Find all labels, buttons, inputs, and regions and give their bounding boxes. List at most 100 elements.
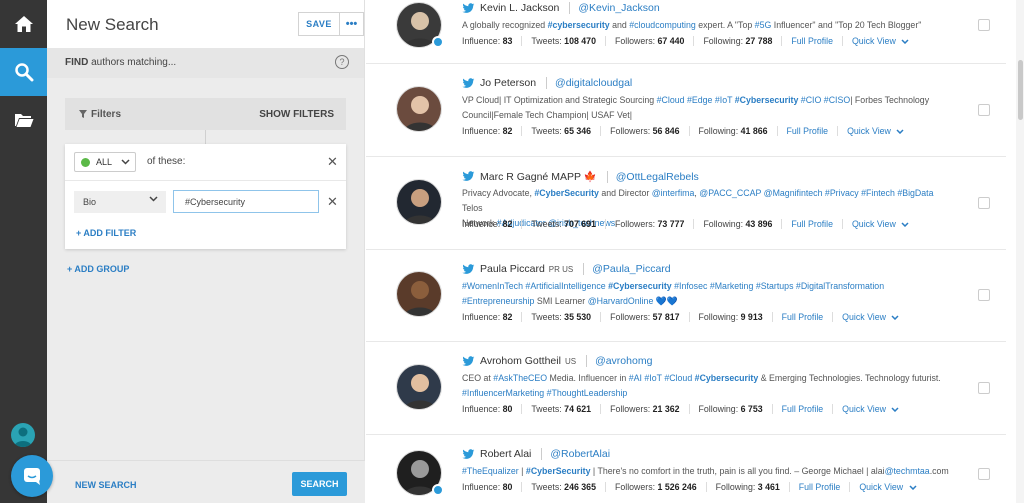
- hashtag-link[interactable]: #Fintech: [861, 188, 895, 198]
- select-author-checkbox[interactable]: [978, 197, 990, 209]
- hashtag-link[interactable]: #BigData: [897, 188, 933, 198]
- hashtag-link[interactable]: #CyberSecurity: [526, 466, 591, 476]
- full-profile-link[interactable]: Full Profile: [799, 482, 851, 492]
- hashtag-link[interactable]: #Cybersecurity: [735, 95, 799, 105]
- filter-value-input[interactable]: [173, 190, 319, 213]
- hashtag-link[interactable]: #AI: [629, 373, 642, 383]
- author-avatar[interactable]: [396, 179, 442, 225]
- hashtag-link[interactable]: #ThoughtLeadership: [547, 388, 628, 398]
- author-handle[interactable]: @digitalcloudgal: [546, 77, 632, 89]
- hashtag-link[interactable]: #ArtificialIntelligence: [525, 281, 605, 291]
- save-button[interactable]: SAVE: [298, 12, 340, 36]
- group-operator-select[interactable]: ALL: [74, 152, 136, 172]
- hashtag-link[interactable]: #IoT: [644, 373, 661, 383]
- hashtag-link[interactable]: #Edge: [687, 95, 712, 105]
- hashtag-link[interactable]: #TheEqualizer: [462, 466, 519, 476]
- quick-view-link[interactable]: Quick View: [852, 36, 918, 46]
- hashtag-link[interactable]: #AskTheCEO: [493, 373, 547, 383]
- hashtag-link[interactable]: #cybersecurity: [548, 20, 610, 30]
- quick-view-link[interactable]: Quick View: [847, 126, 913, 136]
- hashtag-link[interactable]: #cloudcomputing: [629, 20, 696, 30]
- select-author-checkbox[interactable]: [978, 289, 990, 301]
- add-filter-button[interactable]: + ADD FILTER: [76, 228, 136, 238]
- author-avatar[interactable]: [396, 86, 442, 132]
- quick-view-link[interactable]: Quick View: [859, 482, 925, 492]
- author-name[interactable]: Kevin L. Jackson: [480, 2, 559, 14]
- full-profile-link[interactable]: Full Profile: [787, 126, 839, 136]
- hashtag-link[interactable]: #WomenInTech: [462, 281, 523, 291]
- influence-stat-label: Influence:: [462, 482, 501, 492]
- hashtag-link[interactable]: @techmtaa: [885, 466, 930, 476]
- more-options-button[interactable]: •••: [339, 12, 364, 36]
- author-handle[interactable]: @Kevin_Jackson: [569, 2, 660, 14]
- hashtag-link[interactable]: #InfluencerMarketing: [462, 388, 544, 398]
- filter-field-select[interactable]: Bio: [74, 191, 166, 213]
- result-row: Avrohom Gottheil US @avrohomg CEO at #AskTh…: [366, 342, 1006, 435]
- author-name-row: Robert Alai @RobertAlai: [462, 448, 610, 460]
- author-name[interactable]: Avrohom Gottheil: [480, 355, 561, 367]
- remove-filter-button[interactable]: ✕: [327, 194, 338, 210]
- hashtag-link[interactable]: #DigitalTransformation: [796, 281, 884, 291]
- hashtag-link[interactable]: #Entrepreneurship: [462, 296, 534, 306]
- hashtag-link[interactable]: #CyberSecurity: [534, 188, 599, 198]
- hashtag-link[interactable]: #Marketing: [710, 281, 754, 291]
- remove-group-button[interactable]: ✕: [327, 154, 338, 170]
- hashtag-link[interactable]: @PACC_CCAP: [699, 188, 761, 198]
- quick-view-link[interactable]: Quick View: [842, 404, 908, 414]
- full-profile-link[interactable]: Full Profile: [791, 219, 843, 229]
- nav-folders[interactable]: [0, 96, 47, 144]
- chat-launcher[interactable]: [11, 455, 53, 497]
- nav-home[interactable]: [0, 0, 47, 48]
- author-handle[interactable]: @RobertAlai: [541, 448, 610, 460]
- select-author-checkbox[interactable]: [978, 104, 990, 116]
- hashtag-link[interactable]: #Cloud: [664, 373, 692, 383]
- user-avatar[interactable]: [11, 423, 35, 447]
- author-avatar[interactable]: [396, 271, 442, 317]
- hashtag-link[interactable]: #Startups: [756, 281, 794, 291]
- followers-stat: Followers: 21 362: [610, 404, 690, 414]
- quick-view-link[interactable]: Quick View: [842, 312, 908, 322]
- nav-search[interactable]: [0, 48, 47, 96]
- quick-view-link[interactable]: Quick View: [852, 219, 918, 229]
- filters-bar[interactable]: Filters SHOW FILTERS: [65, 98, 346, 144]
- hashtag-link[interactable]: #Infosec: [674, 281, 707, 291]
- select-author-checkbox[interactable]: [978, 19, 990, 31]
- hashtag-link[interactable]: #Cybersecurity: [608, 281, 672, 291]
- search-button[interactable]: SEARCH: [292, 472, 347, 496]
- show-filters-button[interactable]: SHOW FILTERS: [259, 109, 334, 120]
- author-name[interactable]: Paula Piccard: [480, 263, 545, 275]
- author-name[interactable]: Jo Peterson: [480, 77, 536, 89]
- hashtag-link[interactable]: #5G: [755, 20, 772, 30]
- hashtag-link[interactable]: #CIO: [801, 95, 822, 105]
- hashtag-link[interactable]: #Cybersecurity: [695, 373, 759, 383]
- author-name[interactable]: Marc R Gagné MAPP 🍁: [480, 170, 597, 183]
- author-name-row: Jo Peterson @digitalcloudgal: [462, 77, 632, 89]
- hashtag-link[interactable]: @interfima: [652, 188, 695, 198]
- select-author-checkbox[interactable]: [978, 382, 990, 394]
- full-profile-link[interactable]: Full Profile: [782, 404, 834, 414]
- hashtag-link[interactable]: #IoT: [715, 95, 732, 105]
- help-icon[interactable]: ?: [335, 55, 349, 69]
- author-handle[interactable]: @avrohomg: [586, 355, 652, 367]
- add-group-button[interactable]: + ADD GROUP: [67, 264, 129, 274]
- hashtag-link[interactable]: #CISO: [824, 95, 850, 105]
- followers-stat-label: Followers:: [614, 482, 656, 492]
- hashtag-link[interactable]: #Cloud: [657, 95, 685, 105]
- hashtag-link[interactable]: @Magnifintech: [764, 188, 823, 198]
- author-name[interactable]: Robert Alai: [480, 448, 531, 460]
- hashtag-link[interactable]: @HarvardOnline: [588, 296, 654, 306]
- author-avatar[interactable]: [396, 364, 442, 410]
- author-handle[interactable]: @OttLegalRebels: [606, 170, 699, 183]
- author-handle[interactable]: @Paula_Piccard: [583, 263, 671, 275]
- scrollbar-thumb[interactable]: [1018, 60, 1023, 120]
- following-stat: Following: 41 866: [699, 126, 778, 136]
- select-author-checkbox[interactable]: [978, 468, 990, 480]
- tweets-stat: Tweets: 65 346: [531, 126, 602, 136]
- followers-stat-value: 56 846: [652, 126, 680, 136]
- new-search-button[interactable]: NEW SEARCH: [75, 480, 137, 490]
- bio-text: & Emerging Technologies. Technology futu…: [758, 373, 941, 383]
- full-profile-link[interactable]: Full Profile: [791, 36, 843, 46]
- hashtag-link[interactable]: #Privacy: [825, 188, 859, 198]
- full-profile-link[interactable]: Full Profile: [782, 312, 834, 322]
- bio-line: #Entrepreneurship SMI Learner @HarvardOn…: [462, 294, 952, 309]
